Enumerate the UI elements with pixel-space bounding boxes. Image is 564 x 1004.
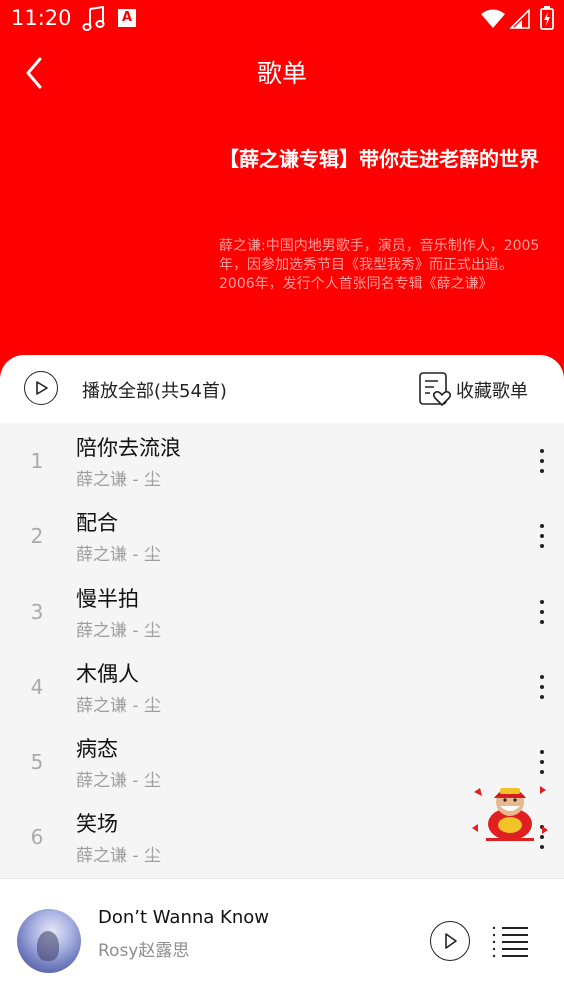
collect-playlist-button[interactable]: 收藏歌单 <box>456 377 528 403</box>
song-artist: 薛之谦 - 尘 <box>76 771 161 791</box>
playlist-header: 11:20 A 歌单 【薛之谦专辑】带你走进老薛的世界 薛之谦:中国内地男歌手，… <box>0 0 564 380</box>
song-artist: 薛之谦 - 尘 <box>76 846 161 866</box>
song-artist: 薛之谦 - 尘 <box>76 470 161 490</box>
song-title: 病态 <box>76 737 118 761</box>
playlist-heart-icon[interactable] <box>418 371 452 407</box>
song-index: 1 <box>30 449 44 473</box>
song-artist: 薛之谦 - 尘 <box>76 545 161 565</box>
status-time: 11:20 <box>11 6 72 30</box>
song-title: 木偶人 <box>76 662 139 686</box>
page-title: 歌单 <box>256 59 307 88</box>
song-artist: 薛之谦 - 尘 <box>76 696 161 716</box>
queue-list-icon[interactable] <box>490 925 530 959</box>
now-playing-artist: Rosy赵露思 <box>98 941 190 961</box>
playlist-action-bar: 播放全部(共54首) 收藏歌单 <box>0 355 564 423</box>
song-title: 笑场 <box>76 812 118 836</box>
song-title: 配合 <box>76 511 118 535</box>
song-artist: 薛之谦 - 尘 <box>76 621 161 641</box>
list-item[interactable]: 3 慢半拍 薛之谦 - 尘 <box>0 574 564 649</box>
more-vertical-icon[interactable] <box>530 522 554 550</box>
playlist-description[interactable]: 薛之谦:中国内地男歌手，演员，音乐制作人，2005年，因参加选秀节目《我型我秀》… <box>219 237 541 313</box>
battery-icon <box>540 6 554 30</box>
more-vertical-icon[interactable] <box>530 748 554 776</box>
song-index: 2 <box>30 524 44 548</box>
playlist-title: 【薛之谦专辑】带你走进老薛的世界 <box>219 147 539 171</box>
play-all-button[interactable]: 播放全部(共54首) <box>82 377 227 403</box>
more-vertical-icon[interactable] <box>530 447 554 475</box>
mini-player: Don’t Wanna Know Rosy赵露思 <box>0 878 564 1004</box>
signal-icon <box>510 9 530 29</box>
status-bar: 11:20 A <box>0 0 564 38</box>
song-index: 4 <box>30 675 44 699</box>
wifi-icon <box>481 9 505 28</box>
more-vertical-icon[interactable] <box>530 598 554 626</box>
list-item[interactable]: 2 配合 薛之谦 - 尘 <box>0 498 564 573</box>
music-note-icon <box>82 6 105 31</box>
song-index: 3 <box>30 600 44 624</box>
mascot-sticker-icon[interactable] <box>470 778 550 842</box>
song-index: 5 <box>30 750 44 774</box>
song-title: 慢半拍 <box>76 587 139 611</box>
now-playing-title: Don’t Wanna Know <box>98 907 269 928</box>
play-circle-icon[interactable] <box>24 371 58 405</box>
list-item[interactable]: 4 木偶人 薛之谦 - 尘 <box>0 649 564 724</box>
list-item[interactable]: 1 陪你去流浪 薛之谦 - 尘 <box>0 423 564 498</box>
more-vertical-icon[interactable] <box>530 673 554 701</box>
play-circle-icon[interactable] <box>430 921 470 961</box>
song-index: 6 <box>30 825 44 849</box>
a-badge-icon: A <box>118 9 136 27</box>
song-title: 陪你去流浪 <box>76 436 181 460</box>
album-art[interactable] <box>17 909 81 973</box>
